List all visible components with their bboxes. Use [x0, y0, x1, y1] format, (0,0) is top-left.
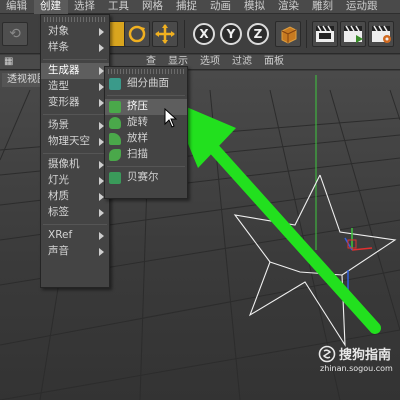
submenu-arrow-icon [99, 209, 104, 217]
watermark: 搜狗指南 zhinan.sogou.com [318, 344, 398, 382]
menu-item-sound[interactable]: 声音 [41, 244, 109, 260]
render-settings-button[interactable] [368, 21, 394, 47]
menu-item-object[interactable]: 对象 [41, 24, 109, 40]
rotate-icon [128, 25, 146, 43]
menu-item-tag[interactable]: 标签 [41, 205, 109, 221]
menu-item-sweep[interactable]: 扫描 [105, 147, 187, 163]
menu-item-physical-sky[interactable]: 物理天空 [41, 134, 109, 150]
menu-item-label: 造型 [48, 80, 69, 92]
menu-item-label: 材质 [48, 190, 69, 202]
rotate-tool-button[interactable] [124, 21, 150, 47]
menu-create[interactable]: 创建 [34, 0, 68, 14]
move-icon [155, 24, 175, 44]
menu-item-label: 场景 [48, 119, 69, 131]
menu-item-label: 细分曲面 [127, 77, 169, 89]
menu-item-loft[interactable]: 放样 [105, 131, 187, 147]
menu-item-label: 贝赛尔 [127, 171, 159, 183]
mouse-cursor-icon [164, 108, 178, 128]
x-axis-lock-button[interactable]: X [193, 23, 215, 45]
viewport-menu-panel[interactable]: 面板 [258, 55, 290, 69]
viewport-menu-filter[interactable]: 过滤 [226, 55, 258, 69]
bezier-icon [109, 172, 121, 184]
menu-item-label: 旋转 [127, 116, 148, 128]
menu-item-label: 变形器 [48, 96, 80, 108]
menu-item-bezier[interactable]: 贝赛尔 [105, 170, 187, 186]
render-view-button[interactable] [312, 21, 338, 47]
menu-item-label: 摄像机 [48, 158, 80, 170]
sweep-icon [109, 149, 121, 161]
clapboard-gear-icon [372, 25, 391, 43]
viewport-menu-options[interactable]: 选项 [194, 55, 226, 69]
menu-divider [107, 95, 185, 96]
menu-snap[interactable]: 捕捉 [170, 0, 204, 14]
menu-render[interactable]: 渲染 [272, 0, 306, 14]
menu-divider [107, 166, 185, 167]
undo-button[interactable]: ⟲ [2, 22, 28, 46]
menu-select[interactable]: 选择 [68, 0, 102, 14]
submenu-arrow-icon [99, 44, 104, 52]
menu-item-label: 对象 [48, 25, 69, 37]
menu-item-label: 灯光 [48, 174, 69, 186]
menu-item-label: 放样 [127, 132, 148, 144]
watermark-brand: 搜狗指南 [339, 348, 392, 363]
menu-item-subdivision-surface[interactable]: 细分曲面 [105, 76, 187, 92]
menu-item-label: 样条 [48, 41, 69, 53]
submenu-arrow-icon [99, 28, 104, 36]
menu-divider [43, 59, 107, 60]
menu-item-label: 物理天空 [48, 135, 90, 147]
loft-icon [109, 133, 121, 145]
menu-divider [43, 224, 107, 225]
sogou-logo-icon [318, 345, 336, 362]
menu-edit[interactable]: 编辑 [0, 0, 34, 14]
viewport-menu-icon[interactable]: ▦ [0, 55, 30, 69]
menu-item-generator[interactable]: 生成器 [41, 63, 109, 79]
menu-divider [43, 114, 107, 115]
toolbar-separator [184, 20, 185, 48]
menu-motion-tracking[interactable]: 运动跟 [340, 0, 385, 14]
generator-submenu: 细分曲面 挤压 旋转 放样 扫描 贝赛尔 [104, 66, 188, 199]
tear-off-grip[interactable] [108, 69, 184, 74]
menu-item-label: 挤压 [127, 100, 148, 112]
menu-item-spline[interactable]: 样条 [41, 40, 109, 56]
menu-item-label: 扫描 [127, 148, 148, 160]
submenu-arrow-icon [99, 232, 104, 240]
object-axis-gizmo [344, 228, 373, 292]
menu-item-modeling[interactable]: 造型 [41, 79, 109, 95]
extrude-icon [109, 101, 121, 113]
menu-item-scene[interactable]: 场景 [41, 118, 109, 134]
create-menu-dropdown: 对象 样条 生成器 造型 变形器 场景 物理天空 摄像机 灯光 材质 标签 XR… [40, 14, 110, 288]
clapboard-play-icon [344, 25, 363, 43]
tear-off-grip[interactable] [44, 17, 106, 22]
submenu-arrow-icon [99, 248, 104, 256]
menu-item-material[interactable]: 材质 [41, 189, 109, 205]
menu-simulate[interactable]: 模拟 [238, 0, 272, 14]
y-axis-lock-button[interactable]: Y [220, 23, 242, 45]
menu-item-label: 声音 [48, 245, 69, 257]
menu-item-label: 生成器 [48, 64, 80, 76]
world-coordinate-icon [281, 26, 297, 44]
undo-icon: ⟲ [9, 26, 21, 42]
render-to-picture-viewer-button[interactable] [340, 21, 366, 47]
menu-item-label: 标签 [48, 206, 69, 218]
subdivision-surface-icon [109, 78, 121, 90]
menu-animate[interactable]: 动画 [204, 0, 238, 14]
watermark-url: zhinan.sogou.com [320, 364, 393, 373]
menu-item-deformer[interactable]: 变形器 [41, 95, 109, 111]
move-tool-button[interactable] [152, 21, 178, 47]
toolbar-separator [306, 20, 307, 48]
menu-item-camera[interactable]: 摄像机 [41, 157, 109, 173]
menu-sculpt[interactable]: 雕刻 [306, 0, 340, 14]
menu-divider [43, 153, 107, 154]
coordinate-system-button[interactable] [275, 21, 301, 47]
menu-bar: 编辑 创建 选择 工具 网格 捕捉 动画 模拟 渲染 雕刻 运动跟 [0, 0, 400, 14]
clapboard-icon [316, 25, 334, 42]
menu-mesh[interactable]: 网格 [136, 0, 170, 14]
menu-item-label: XRef [48, 229, 73, 241]
z-axis-lock-button[interactable]: Z [247, 23, 269, 45]
menu-tools[interactable]: 工具 [102, 0, 136, 14]
lathe-icon [109, 117, 121, 129]
menu-item-light[interactable]: 灯光 [41, 173, 109, 189]
menu-item-xref[interactable]: XRef [41, 228, 109, 244]
